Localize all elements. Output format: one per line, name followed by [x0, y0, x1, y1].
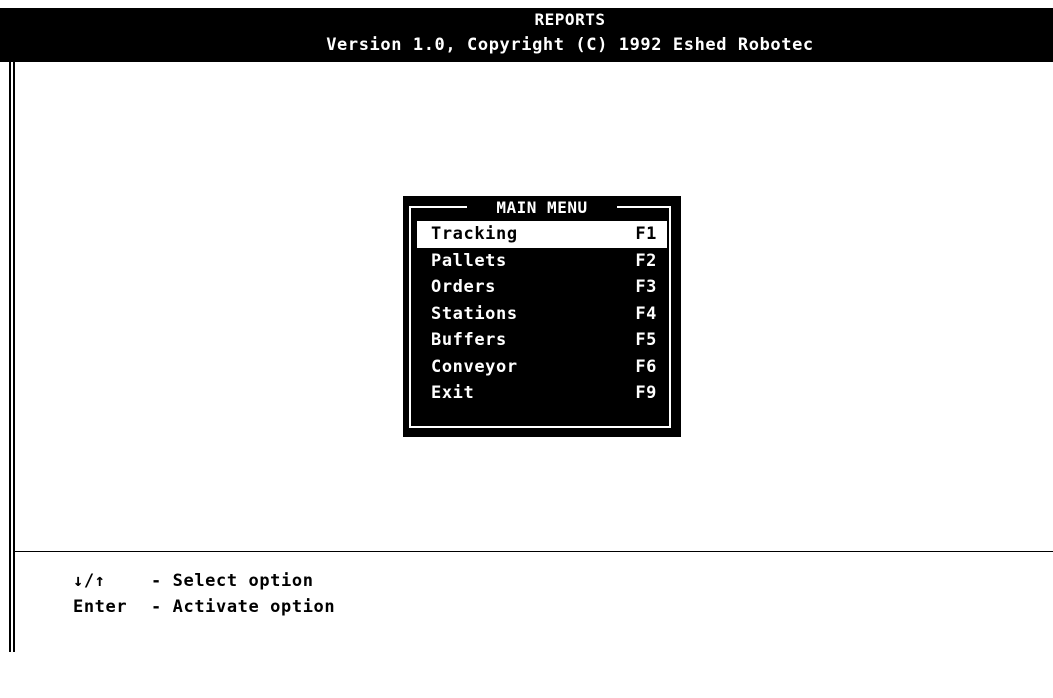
menu-item-label: Stations: [431, 303, 518, 324]
menu-item-shortcut: F3: [635, 277, 657, 297]
menu-item-shortcut: F9: [635, 383, 657, 403]
app-title: REPORTS: [534, 10, 606, 29]
menu-item-label: Buffers: [431, 330, 507, 350]
key-help: ↓/↑ - Select option Enter - Activate opt…: [73, 568, 335, 620]
menu-item-label: Orders: [431, 277, 497, 297]
left-border-line-inner: [13, 62, 15, 652]
menu-item-shortcut: F4: [635, 303, 657, 324]
menu-item-buffers[interactable]: Buffers F5: [417, 327, 667, 354]
menu-item-conveyor[interactable]: Conveyor F6: [417, 354, 667, 381]
help-line-select: ↓/↑ - Select option: [73, 568, 313, 594]
menu-item-shortcut: F1: [635, 224, 657, 244]
menu-item-exit[interactable]: Exit F9: [417, 380, 667, 407]
menu-item-shortcut: F5: [635, 330, 657, 350]
help-line-activate: Enter - Activate option: [73, 594, 335, 620]
help-description: - Activate option: [151, 597, 336, 617]
menu-item-orders[interactable]: Orders F3: [417, 274, 667, 301]
main-menu-title: MAIN MENU: [467, 197, 617, 219]
status-divider: [15, 551, 1053, 552]
menu-item-label: Pallets: [431, 250, 507, 271]
enter-key-hint: Enter: [73, 597, 128, 617]
menu-item-pallets[interactable]: Pallets F2: [417, 248, 667, 275]
menu-item-shortcut: F2: [635, 250, 657, 271]
left-border-line: [9, 62, 11, 652]
arrow-keys-hint: ↓/↑: [73, 571, 106, 591]
menu-item-label: Conveyor: [431, 356, 518, 377]
title-bar: REPORTS Version 1.0, Copyright (C) 1992 …: [0, 8, 1053, 62]
menu-item-label: Tracking: [431, 224, 518, 244]
menu-item-label: Exit: [431, 383, 475, 403]
main-menu: MAIN MENU Tracking F1 Pallets F2 Orders …: [403, 196, 681, 437]
main-menu-list: Tracking F1 Pallets F2 Orders F3 Station…: [417, 221, 667, 407]
help-description: - Select option: [151, 571, 314, 591]
app-version-copyright: Version 1.0, Copyright (C) 1992 Eshed Ro…: [326, 35, 814, 55]
menu-item-tracking[interactable]: Tracking F1: [417, 221, 667, 248]
menu-item-shortcut: F6: [635, 356, 657, 377]
menu-item-stations[interactable]: Stations F4: [417, 301, 667, 328]
